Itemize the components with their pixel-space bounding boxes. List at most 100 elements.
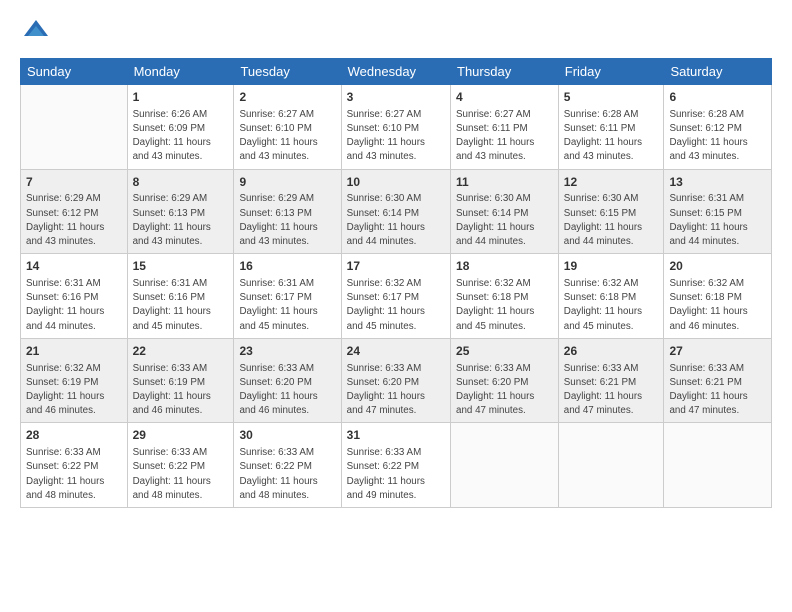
day-number: 1 [133,89,229,106]
day-info: Sunrise: 6:26 AM Sunset: 6:09 PM Dayligh… [133,108,229,165]
logo-icon [20,16,52,48]
day-number: 12 [564,174,659,191]
calendar-cell: 8Sunrise: 6:29 AM Sunset: 6:13 PM Daylig… [127,169,234,254]
day-number: 5 [564,89,659,106]
day-number: 15 [133,258,229,275]
calendar-cell: 27 Sunrise: 6:33 AM Sunset: 6:21 PM Dayli… [664,338,772,423]
day-info: Sunrise: 6:29 AM Sunset: 6:13 PM Dayligh… [133,192,229,249]
day-info: Sunrise: 6:32 AM Sunset: 6:18 PM Dayligh… [456,277,553,334]
calendar-cell: 13Sunrise: 6:31 AM Sunset: 6:15 PM Dayli… [664,169,772,254]
day-info: Sunrise: 6:32 AM Sunset: 6:17 PM Dayligh… [347,277,445,334]
calendar-cell: 20Sunrise: 6:32 AM Sunset: 6:18 PM Dayli… [664,254,772,339]
day-header-friday: Friday [558,59,664,85]
day-info: Sunrise: 6:33 AM Sunset: 6:19 PM Dayligh… [133,362,229,419]
calendar-cell: 5 Sunrise: 6:28 AM Sunset: 6:11 PM Daylig… [558,85,664,170]
calendar-cell: 24 Sunrise: 6:33 AM Sunset: 6:20 PM Dayli… [341,338,450,423]
calendar-cell: 15 Sunrise: 6:31 AM Sunset: 6:16 PM Dayli… [127,254,234,339]
day-number: 30 [239,427,335,444]
calendar-cell: 6 Sunrise: 6:28 AM Sunset: 6:12 PM Daylig… [664,85,772,170]
day-info: Sunrise: 6:31 AM Sunset: 6:16 PM Dayligh… [133,277,229,334]
calendar-cell [21,85,128,170]
day-info: Sunrise: 6:28 AM Sunset: 6:12 PM Dayligh… [669,108,766,165]
day-info: Sunrise: 6:33 AM Sunset: 6:22 PM Dayligh… [133,446,229,503]
day-info: Sunrise: 6:29 AM Sunset: 6:13 PM Dayligh… [239,192,335,249]
page: SundayMondayTuesdayWednesdayThursdayFrid… [0,0,792,612]
day-info: Sunrise: 6:32 AM Sunset: 6:19 PM Dayligh… [26,362,122,419]
calendar-cell: 16 Sunrise: 6:31 AM Sunset: 6:17 PM Dayli… [234,254,341,339]
calendar-week-row: 7Sunrise: 6:29 AM Sunset: 6:12 PM Daylig… [21,169,772,254]
calendar-cell: 28 Sunrise: 6:33 AM Sunset: 6:22 PM Dayli… [21,423,128,508]
day-number: 19 [564,258,659,275]
calendar-cell: 30 Sunrise: 6:33 AM Sunset: 6:22 PM Dayli… [234,423,341,508]
day-number: 21 [26,343,122,360]
calendar-cell: 22 Sunrise: 6:33 AM Sunset: 6:19 PM Dayli… [127,338,234,423]
day-number: 11 [456,174,553,191]
day-info: Sunrise: 6:30 AM Sunset: 6:14 PM Dayligh… [347,192,445,249]
calendar: SundayMondayTuesdayWednesdayThursdayFrid… [20,58,772,508]
day-info: Sunrise: 6:27 AM Sunset: 6:10 PM Dayligh… [239,108,335,165]
calendar-week-row: 21 Sunrise: 6:32 AM Sunset: 6:19 PM Dayli… [21,338,772,423]
calendar-cell: 31 Sunrise: 6:33 AM Sunset: 6:22 PM Dayli… [341,423,450,508]
day-number: 8 [133,174,229,191]
day-number: 27 [669,343,766,360]
calendar-cell: 2Sunrise: 6:27 AM Sunset: 6:10 PM Daylig… [234,85,341,170]
day-number: 14 [26,258,122,275]
day-number: 16 [239,258,335,275]
day-info: Sunrise: 6:33 AM Sunset: 6:22 PM Dayligh… [239,446,335,503]
day-info: Sunrise: 6:33 AM Sunset: 6:20 PM Dayligh… [347,362,445,419]
day-info: Sunrise: 6:30 AM Sunset: 6:14 PM Dayligh… [456,192,553,249]
day-info: Sunrise: 6:31 AM Sunset: 6:16 PM Dayligh… [26,277,122,334]
day-info: Sunrise: 6:33 AM Sunset: 6:22 PM Dayligh… [347,446,445,503]
day-number: 4 [456,89,553,106]
calendar-cell: 19 Sunrise: 6:32 AM Sunset: 6:18 PM Dayli… [558,254,664,339]
day-header-monday: Monday [127,59,234,85]
day-header-saturday: Saturday [664,59,772,85]
day-number: 17 [347,258,445,275]
day-info: Sunrise: 6:27 AM Sunset: 6:10 PM Dayligh… [347,108,445,165]
day-info: Sunrise: 6:33 AM Sunset: 6:20 PM Dayligh… [456,362,553,419]
day-number: 22 [133,343,229,360]
calendar-cell: 23 Sunrise: 6:33 AM Sunset: 6:20 PM Dayli… [234,338,341,423]
calendar-cell: 1 Sunrise: 6:26 AM Sunset: 6:09 PM Daylig… [127,85,234,170]
day-info: Sunrise: 6:32 AM Sunset: 6:18 PM Dayligh… [564,277,659,334]
day-header-tuesday: Tuesday [234,59,341,85]
calendar-cell: 3 Sunrise: 6:27 AM Sunset: 6:10 PM Daylig… [341,85,450,170]
calendar-cell: 7Sunrise: 6:29 AM Sunset: 6:12 PM Daylig… [21,169,128,254]
calendar-cell: 11Sunrise: 6:30 AM Sunset: 6:14 PM Dayli… [451,169,559,254]
day-number: 28 [26,427,122,444]
day-info: Sunrise: 6:30 AM Sunset: 6:15 PM Dayligh… [564,192,659,249]
day-number: 31 [347,427,445,444]
calendar-cell [558,423,664,508]
calendar-cell [664,423,772,508]
day-info: Sunrise: 6:33 AM Sunset: 6:21 PM Dayligh… [669,362,766,419]
day-header-sunday: Sunday [21,59,128,85]
day-number: 26 [564,343,659,360]
day-info: Sunrise: 6:29 AM Sunset: 6:12 PM Dayligh… [26,192,122,249]
calendar-cell: 26Sunrise: 6:33 AM Sunset: 6:21 PM Dayli… [558,338,664,423]
calendar-cell: 17 Sunrise: 6:32 AM Sunset: 6:17 PM Dayli… [341,254,450,339]
calendar-header-row: SundayMondayTuesdayWednesdayThursdayFrid… [21,59,772,85]
day-info: Sunrise: 6:31 AM Sunset: 6:17 PM Dayligh… [239,277,335,334]
calendar-cell: 21 Sunrise: 6:32 AM Sunset: 6:19 PM Dayli… [21,338,128,423]
calendar-cell: 18 Sunrise: 6:32 AM Sunset: 6:18 PM Dayli… [451,254,559,339]
calendar-week-row: 1 Sunrise: 6:26 AM Sunset: 6:09 PM Daylig… [21,85,772,170]
day-header-thursday: Thursday [451,59,559,85]
day-info: Sunrise: 6:32 AM Sunset: 6:18 PM Dayligh… [669,277,766,334]
day-number: 23 [239,343,335,360]
day-number: 3 [347,89,445,106]
calendar-week-row: 28 Sunrise: 6:33 AM Sunset: 6:22 PM Dayli… [21,423,772,508]
day-number: 24 [347,343,445,360]
day-info: Sunrise: 6:33 AM Sunset: 6:20 PM Dayligh… [239,362,335,419]
day-info: Sunrise: 6:28 AM Sunset: 6:11 PM Dayligh… [564,108,659,165]
day-number: 7 [26,174,122,191]
logo [20,16,58,48]
day-number: 29 [133,427,229,444]
calendar-cell [451,423,559,508]
day-number: 6 [669,89,766,106]
day-info: Sunrise: 6:33 AM Sunset: 6:22 PM Dayligh… [26,446,122,503]
day-number: 18 [456,258,553,275]
calendar-cell: 25 Sunrise: 6:33 AM Sunset: 6:20 PM Dayli… [451,338,559,423]
calendar-cell: 4Sunrise: 6:27 AM Sunset: 6:11 PM Daylig… [451,85,559,170]
day-number: 9 [239,174,335,191]
day-number: 25 [456,343,553,360]
